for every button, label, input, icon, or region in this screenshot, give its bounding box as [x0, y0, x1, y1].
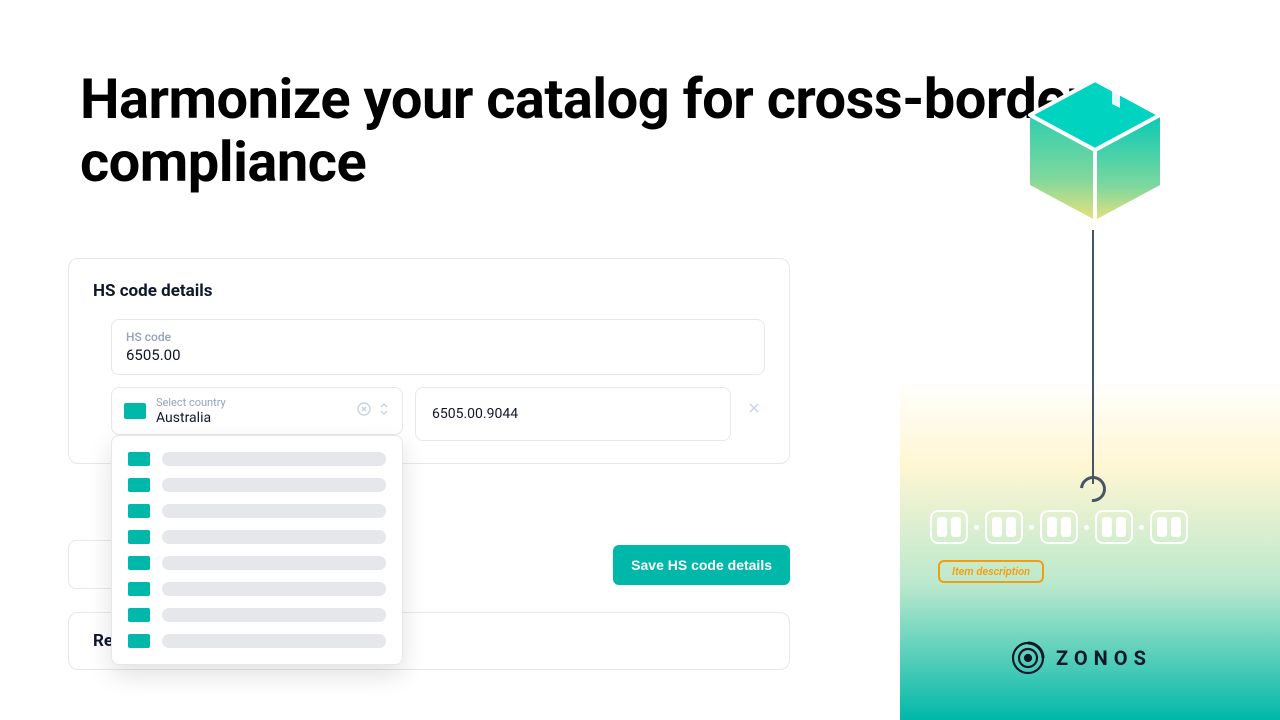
hs-code-graphic [930, 510, 1188, 544]
dropdown-item[interactable] [124, 498, 390, 524]
hs-code-input[interactable]: HS code 6505.00 [111, 319, 765, 375]
brand-name: ZONOS [1056, 646, 1152, 670]
dropdown-item[interactable] [124, 446, 390, 472]
hs-code-value: 6505.00 [126, 346, 750, 364]
hs-code-card: HS code details HS code 6505.00 Select c… [68, 258, 790, 464]
save-button[interactable]: Save HS code details [613, 545, 790, 585]
clear-icon[interactable] [356, 401, 372, 421]
chevron-sort-icon [378, 401, 390, 421]
country-label: Select country [156, 396, 346, 409]
card-title: HS code details [93, 281, 765, 301]
hs-code-label: HS code [126, 330, 750, 344]
country-flag-icon [124, 403, 146, 419]
country-dropdown [111, 435, 403, 665]
country-select[interactable]: Select country Australia [111, 387, 403, 435]
brand-logo: ZONOS [1010, 640, 1152, 676]
dropdown-item[interactable] [124, 628, 390, 654]
dropdown-item[interactable] [124, 524, 390, 550]
dropdown-item[interactable] [124, 576, 390, 602]
country-value: Australia [156, 410, 346, 426]
connector-line [1092, 230, 1094, 484]
dropdown-item[interactable] [124, 472, 390, 498]
zonos-logo-icon [1010, 640, 1046, 676]
remove-row-button[interactable] [743, 387, 765, 429]
dropdown-item[interactable] [124, 602, 390, 628]
item-description-badge: Item description [938, 560, 1044, 583]
country-hs-code-input[interactable]: 6505.00.9044 [415, 387, 731, 441]
package-box-icon [1020, 70, 1170, 220]
illustration-panel: Item description ZONOS [900, 0, 1280, 720]
dropdown-item[interactable] [124, 550, 390, 576]
